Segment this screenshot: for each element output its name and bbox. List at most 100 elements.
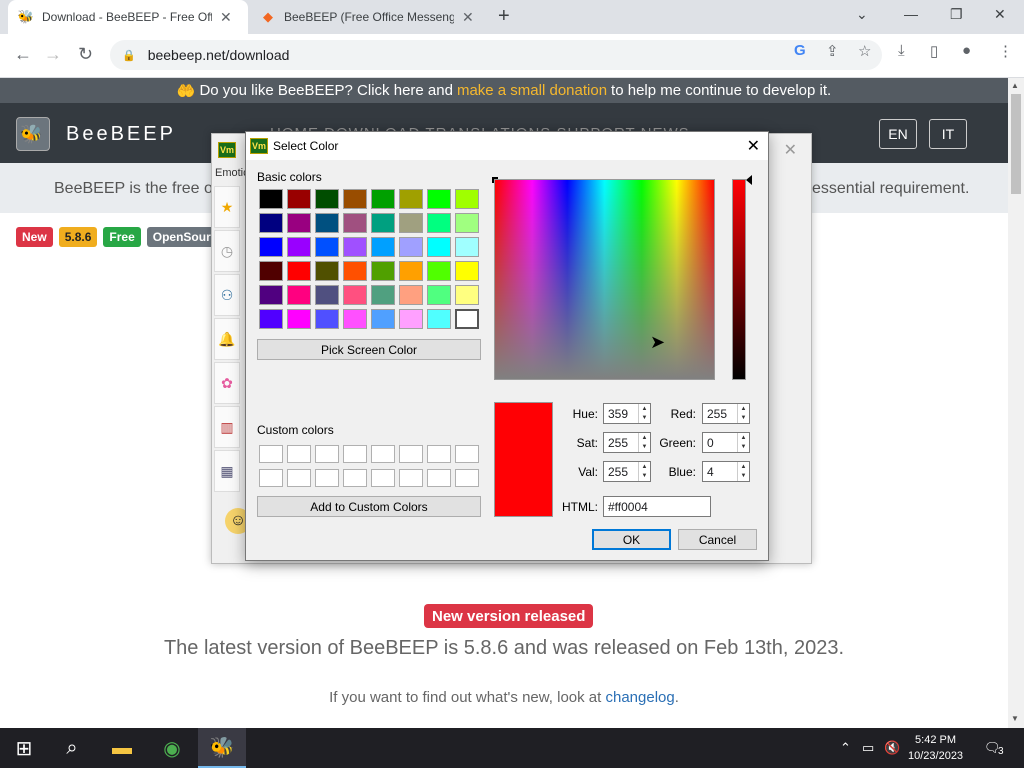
download-icon[interactable]: ⤓ — [898, 42, 905, 59]
close-tab-icon[interactable]: ✕ — [220, 9, 232, 26]
side-panel-icon[interactable]: ▯ — [930, 42, 938, 60]
color-swatch[interactable] — [287, 261, 311, 281]
donation-banner[interactable]: 🤲 Do you like BeeBEEP? Click here and ma… — [0, 78, 1008, 103]
color-swatch[interactable] — [371, 213, 395, 233]
color-swatch[interactable] — [399, 189, 423, 209]
spinner-arrows-icon[interactable]: ▲ ▼ — [638, 404, 650, 423]
scroll-down-icon[interactable]: ▼ — [1011, 714, 1019, 723]
search-icon[interactable]: ⌕ — [48, 728, 96, 768]
beebeep-taskbar-icon[interactable]: 🐝 — [198, 728, 246, 768]
custom-color-well[interactable] — [399, 469, 423, 487]
ok-button[interactable]: OK — [592, 529, 671, 550]
custom-color-well[interactable] — [427, 469, 451, 487]
blue-spinbox[interactable]: 4 ▲ ▼ — [702, 461, 750, 482]
tab-sourceforge[interactable]: ◆ BeeBEEP (Free Office Messenger) ✕ — [250, 0, 490, 34]
color-swatch[interactable] — [427, 309, 451, 329]
cancel-button[interactable]: Cancel — [678, 529, 757, 550]
scroll-thumb[interactable] — [1011, 94, 1021, 194]
volume-muted-icon[interactable]: 🔇 — [884, 740, 900, 756]
color-swatch[interactable] — [287, 285, 311, 305]
star-icon[interactable]: ★ — [214, 186, 240, 228]
color-swatch[interactable] — [427, 189, 451, 209]
color-swatch[interactable] — [259, 213, 283, 233]
custom-color-well[interactable] — [259, 469, 283, 487]
spinner-arrows-icon[interactable]: ▲ ▼ — [638, 462, 650, 481]
color-swatch[interactable] — [315, 309, 339, 329]
bookmark-star-icon[interactable]: ☆ — [858, 42, 871, 60]
flower-icon[interactable]: ✿ — [214, 362, 240, 404]
custom-color-well[interactable] — [371, 469, 395, 487]
hue-spinbox[interactable]: 359 ▲ ▼ — [603, 403, 651, 424]
color-swatch[interactable] — [315, 261, 339, 281]
color-swatch[interactable] — [427, 261, 451, 281]
color-swatch[interactable] — [315, 285, 339, 305]
custom-color-well[interactable] — [315, 469, 339, 487]
custom-color-well[interactable] — [287, 445, 311, 463]
lang-en-button[interactable]: EN — [879, 119, 917, 149]
changelog-link[interactable]: changelog — [605, 689, 674, 706]
custom-color-well[interactable] — [287, 469, 311, 487]
donate-link[interactable]: make a small donation — [457, 82, 607, 99]
file-explorer-icon[interactable]: ▬ — [98, 728, 146, 768]
color-swatch[interactable] — [315, 237, 339, 257]
network-icon[interactable]: ▭ — [862, 740, 874, 756]
color-swatch[interactable] — [399, 309, 423, 329]
html-color-input[interactable]: #ff0004 — [603, 496, 711, 517]
clock[interactable]: 5:42 PM 10/23/2023 — [908, 732, 963, 764]
color-swatch[interactable] — [455, 237, 479, 257]
value-slider-arrow-icon[interactable] — [746, 175, 752, 185]
windows-start-icon[interactable]: ⊞ — [0, 728, 48, 768]
color-swatch[interactable] — [343, 261, 367, 281]
color-swatch[interactable] — [371, 285, 395, 305]
close-tab-icon[interactable]: ✕ — [462, 9, 474, 26]
custom-color-well[interactable] — [399, 445, 423, 463]
clock-icon[interactable]: ◷ — [214, 230, 240, 272]
lang-it-button[interactable]: IT — [929, 119, 967, 149]
brand[interactable]: 🐝 BeeBEEP — [16, 117, 176, 151]
close-icon[interactable]: ✕ — [784, 140, 797, 160]
color-swatch[interactable] — [343, 189, 367, 209]
color-swatch[interactable] — [427, 285, 451, 305]
color-swatch[interactable] — [259, 285, 283, 305]
color-swatch[interactable] — [315, 213, 339, 233]
color-swatch[interactable] — [399, 261, 423, 281]
forward-button[interactable]: → — [44, 44, 62, 65]
bell-icon[interactable]: 🔔 — [214, 318, 240, 360]
tab-download[interactable]: 🐝 Download - BeeBEEP - Free Offic ✕ — [8, 0, 248, 34]
restore-button[interactable]: ❐ — [950, 6, 963, 23]
symbols-icon[interactable]: ▦ — [214, 450, 240, 492]
red-spinbox[interactable]: 255 ▲ ▼ — [702, 403, 750, 424]
custom-color-well[interactable] — [343, 469, 367, 487]
people-icon[interactable]: ⚇ — [214, 274, 240, 316]
menu-kebab-icon[interactable]: ⋮ — [998, 42, 1013, 60]
color-swatch[interactable] — [315, 189, 339, 209]
color-swatch[interactable] — [455, 189, 479, 209]
custom-color-well[interactable] — [455, 469, 479, 487]
value-slider[interactable] — [732, 179, 746, 380]
custom-color-well[interactable] — [427, 445, 451, 463]
color-swatch[interactable] — [259, 237, 283, 257]
color-swatch[interactable] — [427, 213, 451, 233]
color-swatch[interactable] — [371, 261, 395, 281]
custom-color-well[interactable] — [371, 445, 395, 463]
color-swatch[interactable] — [455, 261, 479, 281]
close-icon[interactable]: ✕ — [747, 136, 760, 156]
sat-spinbox[interactable]: 255 ▲ ▼ — [603, 432, 651, 453]
color-swatch[interactable] — [371, 189, 395, 209]
close-window-button[interactable]: ✕ — [994, 6, 1006, 23]
color-swatch[interactable] — [343, 285, 367, 305]
hue-saturation-picker[interactable] — [492, 177, 715, 380]
color-swatch[interactable] — [287, 237, 311, 257]
color-swatch[interactable] — [371, 309, 395, 329]
minimize-button[interactable]: — — [904, 6, 918, 22]
color-swatch[interactable] — [343, 309, 367, 329]
color-swatch[interactable] — [399, 213, 423, 233]
new-tab-button[interactable]: + — [498, 5, 510, 28]
tray-overflow-icon[interactable]: ⌃ — [840, 740, 851, 756]
color-swatch[interactable] — [455, 213, 479, 233]
scroll-up-icon[interactable]: ▲ — [1011, 81, 1019, 90]
share-icon[interactable]: ⇪ — [826, 42, 839, 60]
val-spinbox[interactable]: 255 ▲ ▼ — [603, 461, 651, 482]
building-icon[interactable]: ▥ — [214, 406, 240, 448]
spinner-arrows-icon[interactable]: ▲ ▼ — [737, 404, 749, 423]
